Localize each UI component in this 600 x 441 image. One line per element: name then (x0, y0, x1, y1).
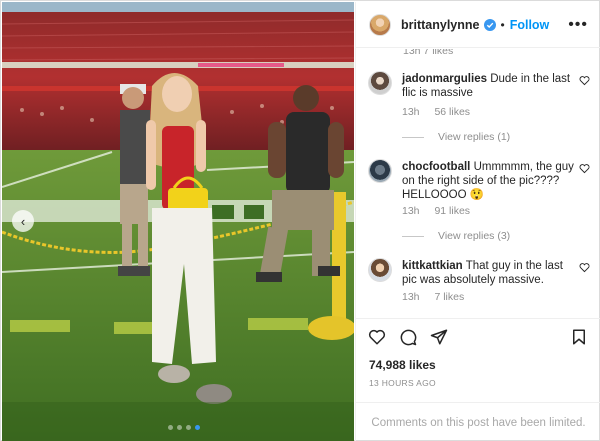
post-photo[interactable]: ‹ (2, 2, 354, 441)
comments-limited-text: Comments on this post have been limited. (371, 416, 586, 429)
comment-username[interactable]: kittkattkian (402, 260, 463, 272)
view-replies-button[interactable]: View replies (3) (402, 230, 510, 242)
post-header: brittanylynne • Follow ••• (356, 2, 600, 48)
comment-icon[interactable] (399, 328, 417, 346)
bookmark-icon[interactable] (570, 328, 588, 346)
post-dialog: ‹ brittanylynne • Follow ••• 13h 7 likes (0, 0, 600, 441)
heart-icon[interactable] (368, 328, 386, 346)
follow-button[interactable]: Follow (510, 18, 550, 32)
comment-age: 13h (402, 106, 420, 118)
comment-likes[interactable]: 56 likes (434, 106, 470, 118)
comment-likes[interactable]: 91 likes (434, 205, 470, 217)
avatar[interactable] (368, 258, 392, 282)
comment-likes[interactable]: 7 likes (434, 291, 464, 303)
avatar[interactable] (369, 13, 391, 36)
carousel-prev-button[interactable]: ‹ (12, 210, 34, 232)
comments-list[interactable]: 13h 7 likes jadonmargulies Dude in the l… (356, 49, 600, 317)
verified-badge-icon (483, 18, 496, 31)
post-side-panel: brittanylynne • Follow ••• 13h 7 likes j… (355, 2, 600, 441)
like-comment-heart-icon[interactable] (579, 163, 590, 174)
avatar[interactable] (368, 71, 392, 95)
carousel-dot-active (195, 425, 200, 430)
view-replies-label: View replies (1) (438, 131, 511, 143)
carousel-dot (186, 425, 191, 430)
post-timestamp: 13 HOURS AGO (369, 378, 436, 388)
carousel-dot (168, 425, 173, 430)
comment-text-block: kittkattkian That guy in the last pic wa… (402, 259, 576, 287)
comment-username[interactable]: chocfootball (402, 161, 470, 173)
likes-count[interactable]: 74,988 likes (369, 358, 436, 372)
post-actions: 74,988 likes 13 HOURS AGO Comments on th… (356, 318, 600, 441)
replies-divider (402, 235, 424, 237)
view-replies-button[interactable]: View replies (1) (402, 131, 510, 143)
comment-text-block: jadonmargulies Dude in the last flic is … (402, 72, 576, 100)
chevron-left-icon: ‹ (20, 213, 26, 229)
carousel-indicator (168, 425, 200, 430)
header-separator: • (500, 17, 505, 32)
author-username[interactable]: brittanylynne (401, 18, 480, 32)
comment-age: 13h (402, 291, 420, 303)
view-replies-label: View replies (3) (438, 230, 511, 242)
replies-divider (402, 136, 424, 138)
comment-text-block: chocfootball Ummmmm, the guy on the righ… (402, 160, 576, 202)
carousel-dot (177, 425, 182, 430)
comment-username[interactable]: jadonmargulies (402, 73, 487, 85)
comment-meta: 13h 56 likes (402, 106, 482, 118)
comment-meta: 13h 91 likes (402, 205, 482, 217)
like-comment-heart-icon[interactable] (579, 262, 590, 273)
comment-age: 13h (402, 205, 420, 217)
share-icon[interactable] (430, 328, 448, 346)
stadium-photo-illustration (2, 2, 354, 441)
more-options-icon[interactable]: ••• (568, 16, 588, 34)
like-comment-heart-icon[interactable] (579, 75, 590, 86)
comment-meta: 13h 7 likes (402, 291, 476, 303)
avatar[interactable] (368, 159, 392, 183)
comment-meta-partial: 13h 7 likes (403, 49, 454, 57)
action-icons (368, 328, 448, 346)
comments-limited-notice: Comments on this post have been limited. (356, 402, 600, 441)
